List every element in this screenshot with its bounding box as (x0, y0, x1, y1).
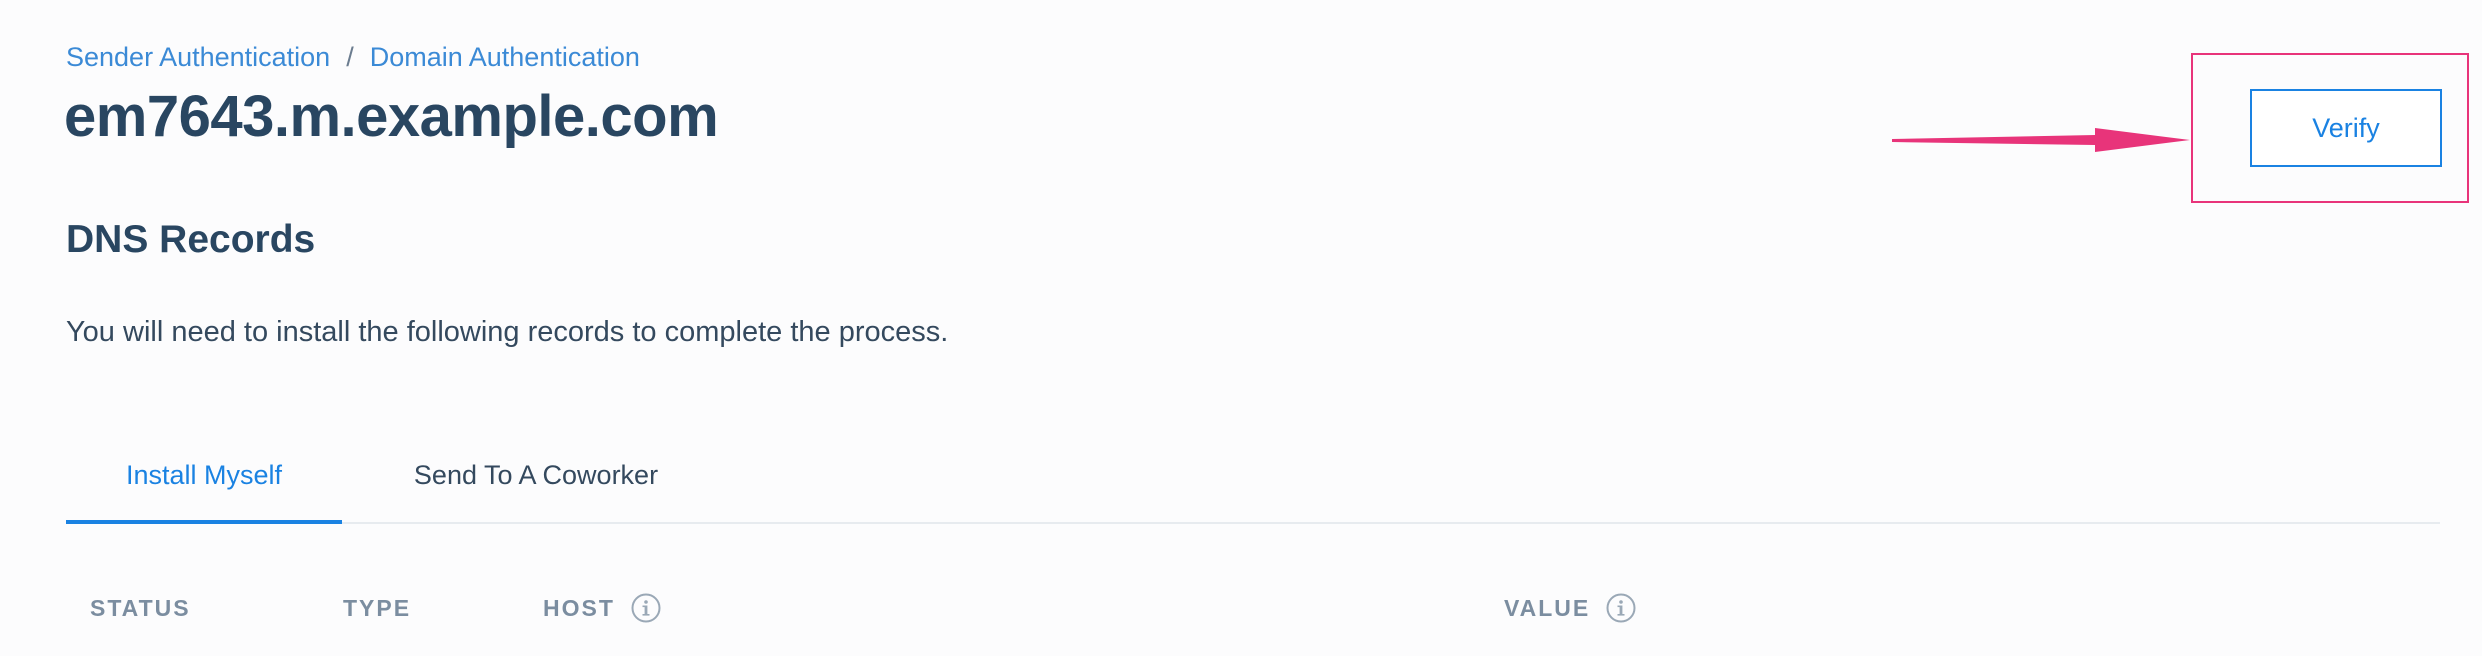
breadcrumb: Sender Authentication / Domain Authentic… (66, 40, 640, 74)
host-info-icon[interactable] (631, 593, 661, 623)
dns-intro-text: You will need to install the following r… (66, 316, 949, 348)
value-info-icon[interactable] (1606, 593, 1636, 623)
column-header-type-label: TYPE (343, 595, 412, 621)
column-header-host-label: HOST (543, 595, 615, 621)
breadcrumb-link-sender-authentication[interactable]: Sender Authentication (66, 40, 330, 74)
column-header-value-label: VALUE (1504, 595, 1591, 621)
column-header-type: TYPE (343, 588, 411, 628)
page-title: em7643.m.example.com (64, 84, 719, 149)
breadcrumb-separator: / (346, 42, 354, 72)
dns-table-header: STATUS TYPE HOST VALUE (0, 588, 2482, 628)
column-header-status: STATUS (90, 588, 191, 628)
column-header-status-label: STATUS (90, 595, 191, 621)
verify-button[interactable]: Verify (2250, 89, 2442, 167)
page: Sender Authentication / Domain Authentic… (0, 0, 2482, 656)
tab-bar: Install Myself Send To A Coworker (66, 430, 2440, 524)
tab-send-to-coworker[interactable]: Send To A Coworker (402, 430, 670, 520)
annotation-arrow (1892, 128, 2190, 152)
breadcrumb-link-domain-authentication[interactable]: Domain Authentication (370, 40, 640, 74)
dns-records-heading: DNS Records (66, 218, 316, 261)
column-header-host: HOST (543, 588, 661, 628)
column-header-value: VALUE (1504, 588, 1636, 628)
tab-install-myself[interactable]: Install Myself (66, 430, 342, 524)
